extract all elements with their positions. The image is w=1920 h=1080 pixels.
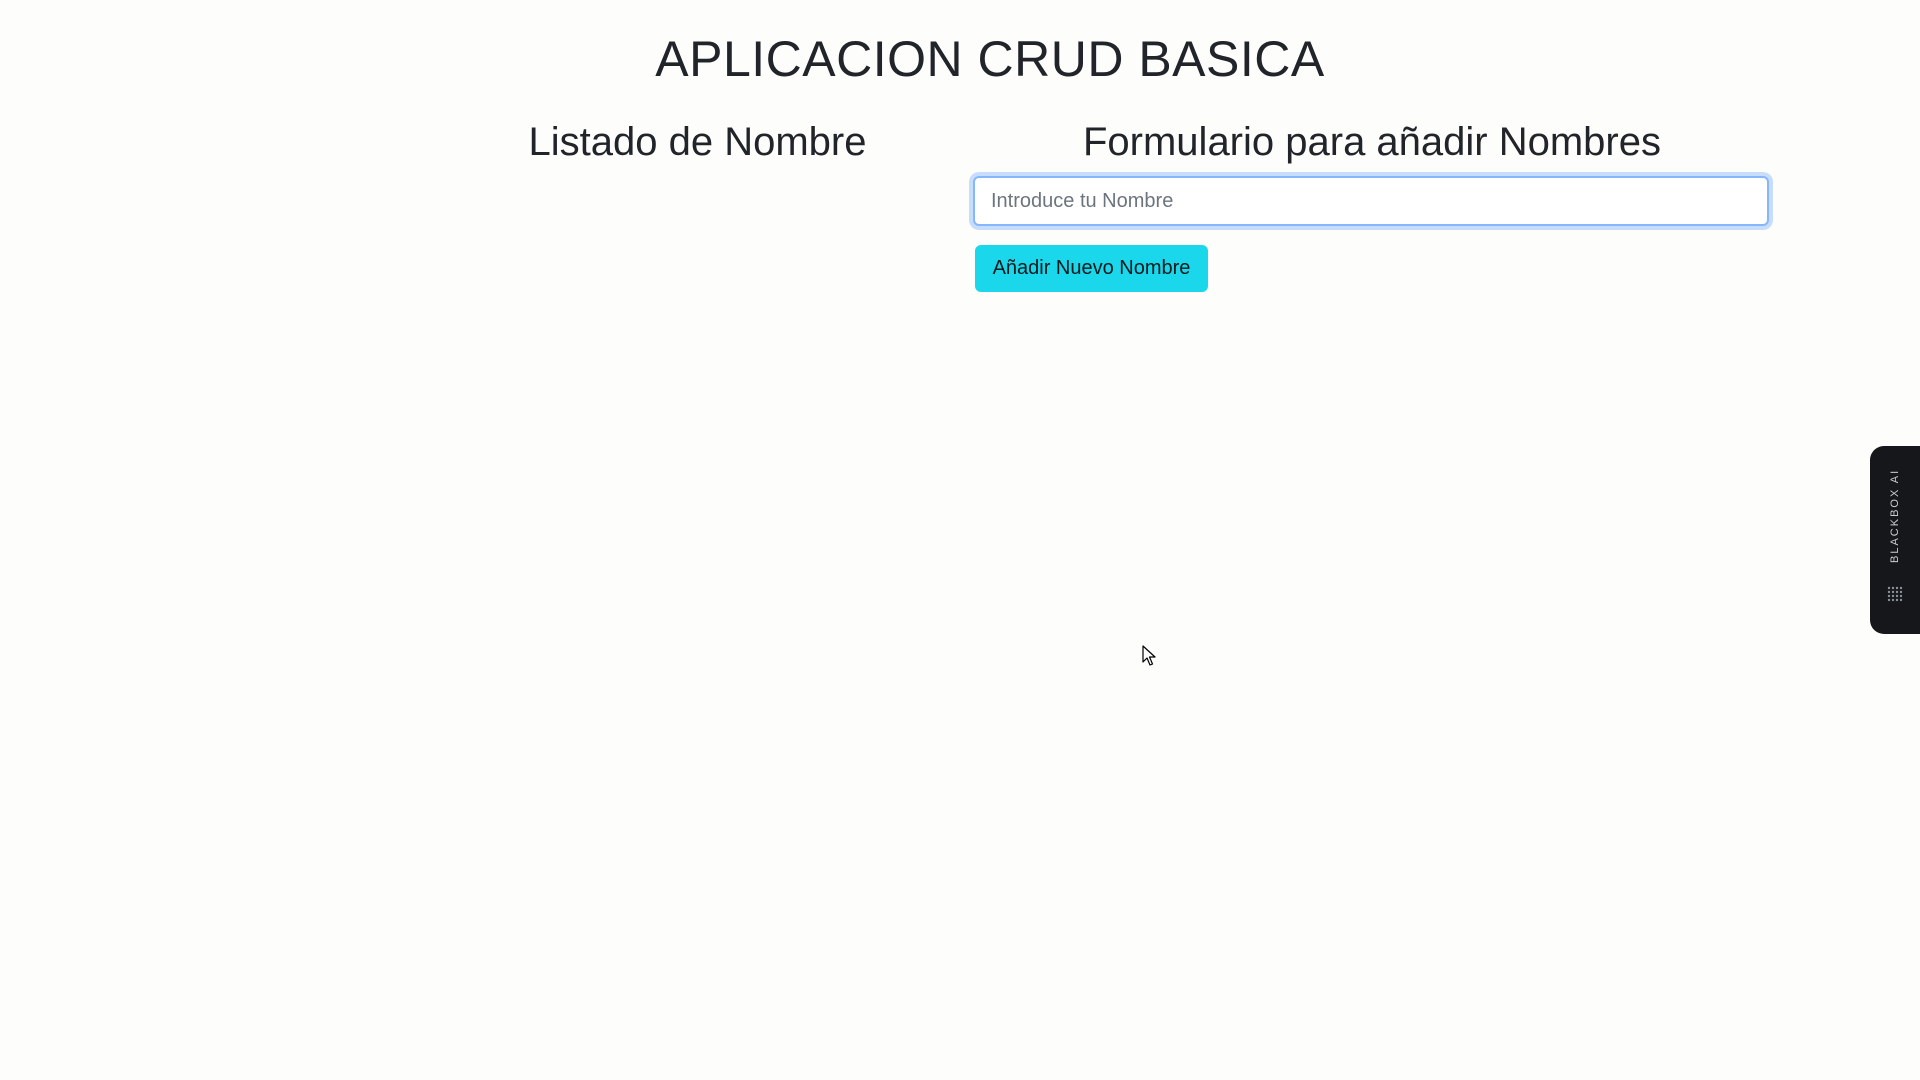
add-name-button[interactable]: Añadir Nuevo Nombre	[975, 245, 1208, 292]
name-input[interactable]	[973, 176, 1769, 226]
blackbox-ai-side-tab[interactable]: BLACKBOX AI	[1870, 446, 1920, 634]
side-tab-label: BLACKBOX AI	[1889, 468, 1901, 564]
page: APLICACION CRUD BASICA Listado de Nombre…	[0, 0, 1920, 1080]
dot-grid-icon	[1887, 586, 1903, 602]
form-heading: Formulario para añadir Nombres	[1082, 120, 1661, 164]
mouse-pointer-icon	[1142, 645, 1156, 666]
page-title: APLICACION CRUD BASICA	[655, 31, 1325, 87]
